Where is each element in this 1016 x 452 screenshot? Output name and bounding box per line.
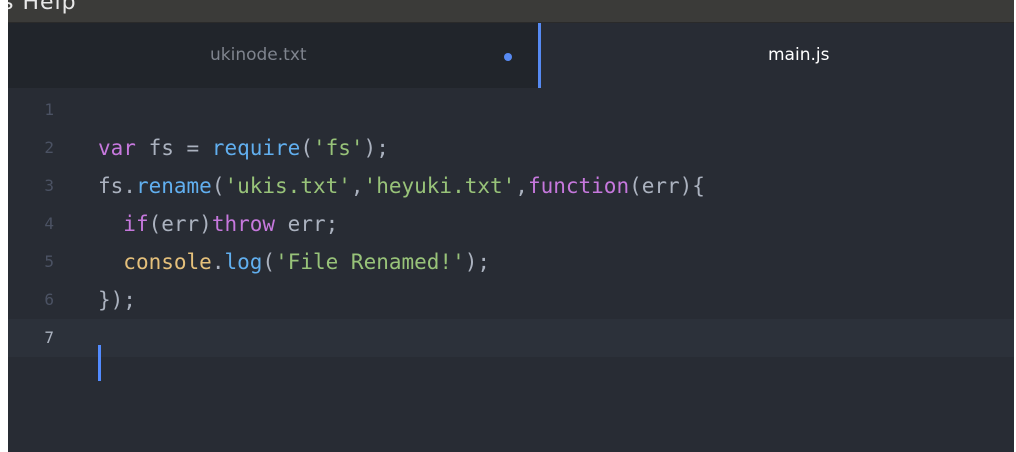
tab-label: main.js <box>768 45 830 65</box>
code-token: fs <box>98 174 124 198</box>
code-line[interactable]: 6}); <box>8 281 1014 319</box>
code-line[interactable]: 7 <box>8 319 1014 357</box>
code-token: fs = <box>135 136 212 160</box>
code-token: ); <box>464 250 491 274</box>
code-line[interactable]: 3 fs.rename('ukis.txt','heyuki.txt',funct… <box>8 167 1014 205</box>
editor-window: s Help ukinode.txt main.js 1 2 var fs = re… <box>8 0 1014 452</box>
modified-dot-icon[interactable] <box>504 53 512 61</box>
code-token: throw <box>211 212 276 236</box>
code-token: (err){ <box>629 174 705 198</box>
code-token: err; <box>275 212 339 236</box>
code-token: . <box>211 250 225 274</box>
line-number: 1 <box>44 100 54 119</box>
code-token: 'fs' <box>312 136 364 160</box>
code-token: ); <box>363 136 389 160</box>
menu-bar: s Help <box>8 0 1014 23</box>
text-cursor <box>98 345 101 381</box>
code-line[interactable]: 2 var fs = require('fs'); <box>8 129 1014 167</box>
code-line[interactable]: 4 if(err)throw err; <box>8 205 1014 243</box>
line-number: 4 <box>44 214 54 233</box>
code-token: ( <box>211 174 225 198</box>
menu-bar-label[interactable]: s Help <box>8 0 77 15</box>
tab-label: ukinode.txt <box>210 45 307 65</box>
code-text: console.log('File Renamed!'); <box>98 243 490 281</box>
code-text: if(err)throw err; <box>98 205 338 243</box>
code-token: . <box>123 174 136 198</box>
tab-main-js[interactable]: main.js <box>538 23 1014 88</box>
code-token: console <box>123 250 212 274</box>
code-token: , <box>515 174 528 198</box>
tab-ukinode-txt[interactable]: ukinode.txt <box>8 23 538 88</box>
code-line[interactable]: 1 <box>8 91 1014 129</box>
code-text: }); <box>98 281 136 319</box>
code-token: 'File Renamed!' <box>275 250 465 274</box>
code-token: function <box>527 174 630 198</box>
tab-bar: ukinode.txt main.js <box>8 23 1014 88</box>
code-token: if <box>123 212 149 236</box>
code-editor[interactable]: 1 2 var fs = require('fs'); 3 fs.rename('uki… <box>8 88 1014 452</box>
line-number: 7 <box>44 328 54 347</box>
code-token: }); <box>98 288 136 312</box>
code-token: 'ukis.txt' <box>224 174 351 198</box>
line-number: 5 <box>44 252 54 271</box>
line-number: 3 <box>44 176 54 195</box>
code-token: , <box>350 174 364 198</box>
line-number: 6 <box>44 290 54 309</box>
line-number: 2 <box>44 138 54 157</box>
code-token: 'heyuki.txt' <box>363 174 516 198</box>
code-token: ( <box>262 250 276 274</box>
code-text: var fs = require('fs'); <box>98 129 389 167</box>
code-token: var <box>98 136 136 160</box>
code-token: rename <box>135 174 212 198</box>
code-token: log <box>224 250 263 274</box>
code-token: (err) <box>148 212 212 236</box>
code-token: require <box>211 136 301 160</box>
code-text: fs.rename('ukis.txt','heyuki.txt',functi… <box>98 167 705 205</box>
code-token: ( <box>300 136 313 160</box>
code-line[interactable]: 5 console.log('File Renamed!'); <box>8 243 1014 281</box>
